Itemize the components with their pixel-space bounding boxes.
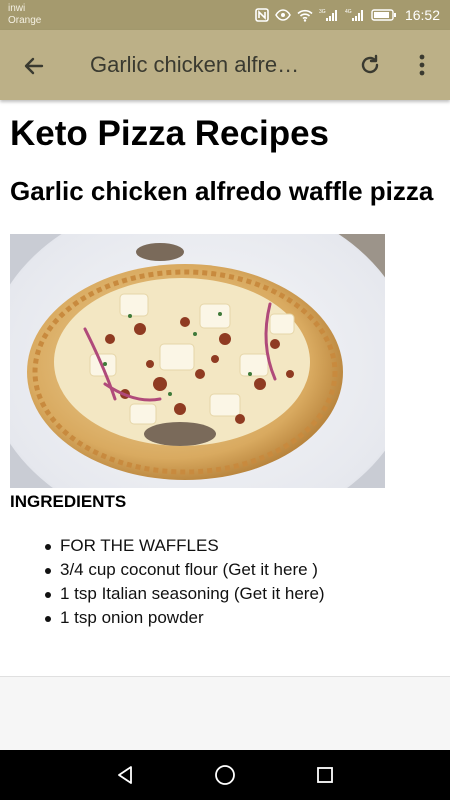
recipe-title: Garlic chicken alfredo waffle pizza: [10, 176, 434, 206]
list-item: 1 tsp onion powder: [45, 606, 440, 630]
battery-icon: [371, 9, 397, 21]
recents-square-icon: [317, 767, 333, 783]
arrow-left-icon: [24, 57, 44, 75]
nfc-icon: [255, 8, 269, 22]
carrier-label: inwi Orange: [8, 3, 41, 27]
home-circle-icon: [215, 765, 235, 785]
ingredients-heading: INGREDIENTS: [10, 492, 127, 511]
wifi-icon: [297, 9, 313, 22]
status-bar: inwi Orange 3G 4G 16:52: [0, 0, 450, 30]
nav-home-button[interactable]: [213, 763, 237, 787]
system-nav-bar: [0, 750, 450, 800]
svg-text:3G: 3G: [319, 9, 326, 15]
more-options-button[interactable]: [410, 51, 434, 79]
bottom-ad-area: [0, 676, 450, 750]
clock: 16:52: [404, 7, 440, 23]
app-bar-title: Garlic chicken alfre…: [90, 52, 300, 77]
signal-3g-icon: 3G: [319, 8, 339, 22]
svg-text:4G: 4G: [345, 9, 352, 15]
signal-4g-icon: 4G: [345, 8, 365, 22]
list-item: FOR THE WAFFLES: [45, 534, 440, 558]
nav-recents-button[interactable]: [313, 763, 337, 787]
back-button[interactable]: [20, 52, 48, 80]
list-item: 1 tsp Italian seasoning (Get it here): [45, 582, 440, 606]
status-icons: 3G 4G 16:52: [255, 5, 440, 25]
refresh-icon: [361, 54, 379, 74]
eye-icon: [275, 9, 291, 21]
carrier-line-2: Orange: [8, 15, 42, 26]
page-title: Keto Pizza Recipes: [10, 114, 329, 153]
back-triangle-icon: [118, 766, 132, 784]
web-content[interactable]: Keto Pizza Recipes Garlic chicken alfred…: [10, 100, 440, 676]
carrier-line-1: inwi: [8, 3, 26, 14]
app-bar: Garlic chicken alfre…: [0, 30, 450, 100]
list-item: 3/4 cup coconut flour (Get it here ): [45, 558, 440, 582]
ingredients-list: FOR THE WAFFLES 3/4 cup coconut flour (G…: [10, 534, 440, 630]
nav-back-button[interactable]: [113, 763, 137, 787]
recipe-photo: [10, 234, 385, 488]
more-vertical-icon: [419, 54, 425, 76]
refresh-button[interactable]: [356, 51, 384, 79]
